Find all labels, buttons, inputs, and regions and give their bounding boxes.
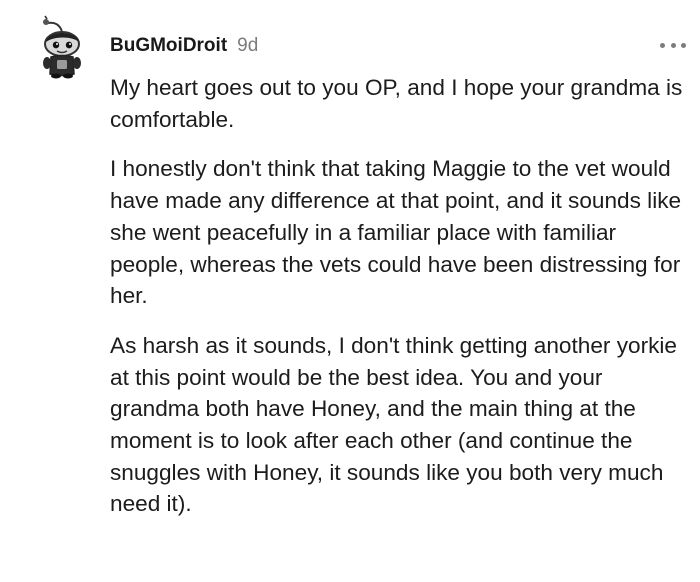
comment-timestamp: 9d	[237, 35, 259, 56]
user-avatar[interactable]	[36, 14, 88, 80]
snoo-avatar-icon	[43, 15, 81, 79]
more-options-button[interactable]	[660, 38, 686, 52]
comment-paragraph: I honestly don't think that taking Maggi…	[110, 156, 682, 309]
comment-paragraph: My heart goes out to you OP, and I hope …	[110, 75, 683, 132]
more-options-icon	[681, 42, 686, 48]
more-options-icon	[670, 42, 676, 48]
username-link[interactable]: BuGMoiDroit	[110, 35, 227, 57]
more-options-icon	[660, 42, 665, 48]
comment-paragraph: As harsh as it sounds, I don't think get…	[110, 332, 677, 517]
comment-header: BuGMoiDroit 9d	[110, 35, 258, 61]
comment: BuGMoiDroit 9d My heart goes out to you …	[0, 0, 700, 582]
comment-body: My heart goes out to you OP, and I hope …	[110, 72, 685, 538]
